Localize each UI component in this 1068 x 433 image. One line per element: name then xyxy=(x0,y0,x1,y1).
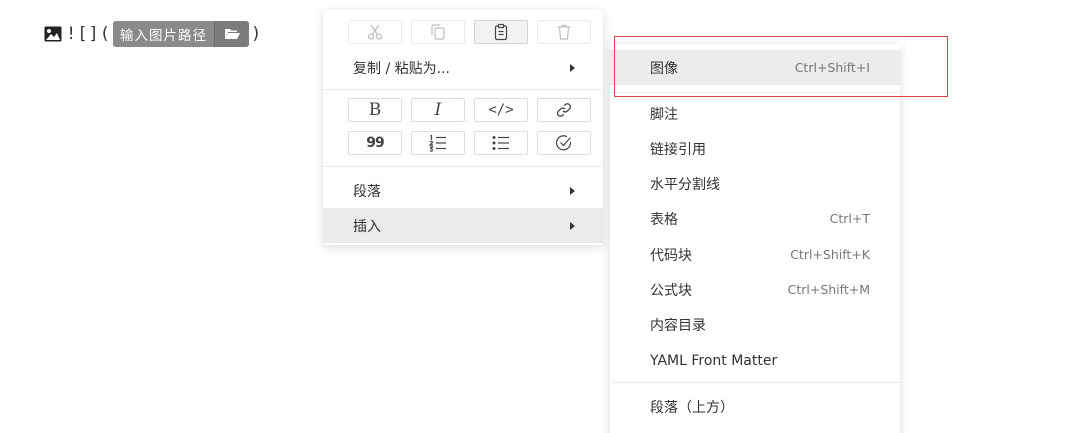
submenu-item-link-reference[interactable]: 链接引用 xyxy=(610,131,900,166)
link-button[interactable] xyxy=(537,98,591,122)
format-toolbar-row-2: 99 xyxy=(348,131,600,155)
menu-item-insert[interactable]: 插入 xyxy=(323,208,603,243)
markdown-image-close: ) xyxy=(250,24,263,44)
cut-icon xyxy=(367,24,383,40)
submenu-item-label: 段落（上方） xyxy=(650,399,734,416)
code-button[interactable]: </> xyxy=(474,98,528,122)
chevron-right-icon xyxy=(570,186,575,195)
context-menu: 复制 / 粘贴为... B I </> 99 段落 插入 xyxy=(323,10,603,245)
submenu-item-label: YAML Front Matter xyxy=(650,352,778,369)
submenu-item-label: 水平分割线 xyxy=(650,176,720,193)
submenu-item-table[interactable]: 表格 Ctrl+T xyxy=(610,201,900,236)
insert-submenu: 图像 Ctrl+Shift+I 脚注 链接引用 水平分割线 表格 Ctrl+T … xyxy=(610,44,900,433)
submenu-item-label: 脚注 xyxy=(650,106,678,123)
code-icon: </> xyxy=(488,102,514,118)
italic-icon: I xyxy=(434,99,442,120)
submenu-item-label: 表格 xyxy=(650,211,678,228)
submenu-item-label: 公式块 xyxy=(650,282,692,299)
paste-icon xyxy=(494,23,508,41)
submenu-item-image[interactable]: 图像 Ctrl+Shift+I xyxy=(610,50,900,85)
italic-button[interactable]: I xyxy=(411,98,465,122)
copy-button[interactable] xyxy=(411,20,465,44)
folder-open-button[interactable] xyxy=(213,21,249,47)
bold-button[interactable]: B xyxy=(348,98,402,122)
submenu-divider xyxy=(610,92,900,93)
shortcut-label: Ctrl+Shift+M xyxy=(787,282,870,297)
menu-item-copy-paste-as[interactable]: 复制 / 粘贴为... xyxy=(323,50,603,85)
submenu-item-math-block[interactable]: 公式块 Ctrl+Shift+M xyxy=(610,272,900,307)
edit-toolbar xyxy=(348,20,600,44)
format-toolbar-row-1: B I </> xyxy=(348,98,600,122)
menu-divider xyxy=(323,166,603,167)
copy-icon xyxy=(431,24,445,40)
chevron-right-icon xyxy=(570,221,575,230)
unordered-list-icon xyxy=(492,135,509,151)
submenu-divider xyxy=(610,382,900,383)
delete-button[interactable] xyxy=(537,20,591,44)
submenu-item-toc[interactable]: 内容目录 xyxy=(610,307,900,342)
submenu-item-paragraph-above[interactable]: 段落（上方） xyxy=(610,389,900,424)
submenu-item-label: 代码块 xyxy=(650,247,692,264)
shortcut-label: Ctrl+T xyxy=(829,211,870,226)
submenu-item-horizontal-rule[interactable]: 水平分割线 xyxy=(610,166,900,201)
link-icon xyxy=(556,103,572,117)
task-list-button[interactable] xyxy=(537,131,591,155)
editor-image-line: ![]( 输入图片路径 ) xyxy=(44,20,262,48)
submenu-item-label: 内容目录 xyxy=(650,317,706,334)
submenu-item-label: 链接引用 xyxy=(650,141,706,158)
chevron-right-icon xyxy=(570,63,575,72)
shortcut-label: Ctrl+Shift+I xyxy=(794,60,870,75)
image-path-input[interactable]: 输入图片路径 xyxy=(112,21,214,47)
shortcut-label: Ctrl+Shift+K xyxy=(790,247,870,262)
task-list-icon xyxy=(555,135,572,151)
folder-open-icon xyxy=(224,29,240,39)
quote-button[interactable]: 99 xyxy=(348,131,402,155)
menu-divider xyxy=(323,89,603,90)
ordered-list-button[interactable] xyxy=(411,131,465,155)
submenu-item-footnote[interactable]: 脚注 xyxy=(610,96,900,131)
menu-item-paragraph[interactable]: 段落 xyxy=(323,173,603,208)
menu-item-label: 段落 xyxy=(353,183,381,200)
bold-icon: B xyxy=(368,99,382,120)
quote-icon: 99 xyxy=(366,135,385,151)
submenu-item-code-block[interactable]: 代码块 Ctrl+Shift+K xyxy=(610,237,900,272)
image-path-input-group[interactable]: 输入图片路径 xyxy=(112,21,249,47)
markdown-image-syntax: ![]( xyxy=(66,24,111,44)
menu-item-label: 复制 / 粘贴为... xyxy=(353,60,450,77)
delete-icon xyxy=(557,24,571,40)
submenu-item-yaml-front-matter[interactable]: YAML Front Matter xyxy=(610,343,900,378)
paste-button[interactable] xyxy=(474,20,528,44)
unordered-list-button[interactable] xyxy=(474,131,528,155)
submenu-item-label: 图像 xyxy=(650,60,678,77)
ordered-list-icon xyxy=(428,134,446,152)
cut-button[interactable] xyxy=(348,20,402,44)
menu-item-label: 插入 xyxy=(353,218,381,235)
image-icon xyxy=(44,26,62,42)
